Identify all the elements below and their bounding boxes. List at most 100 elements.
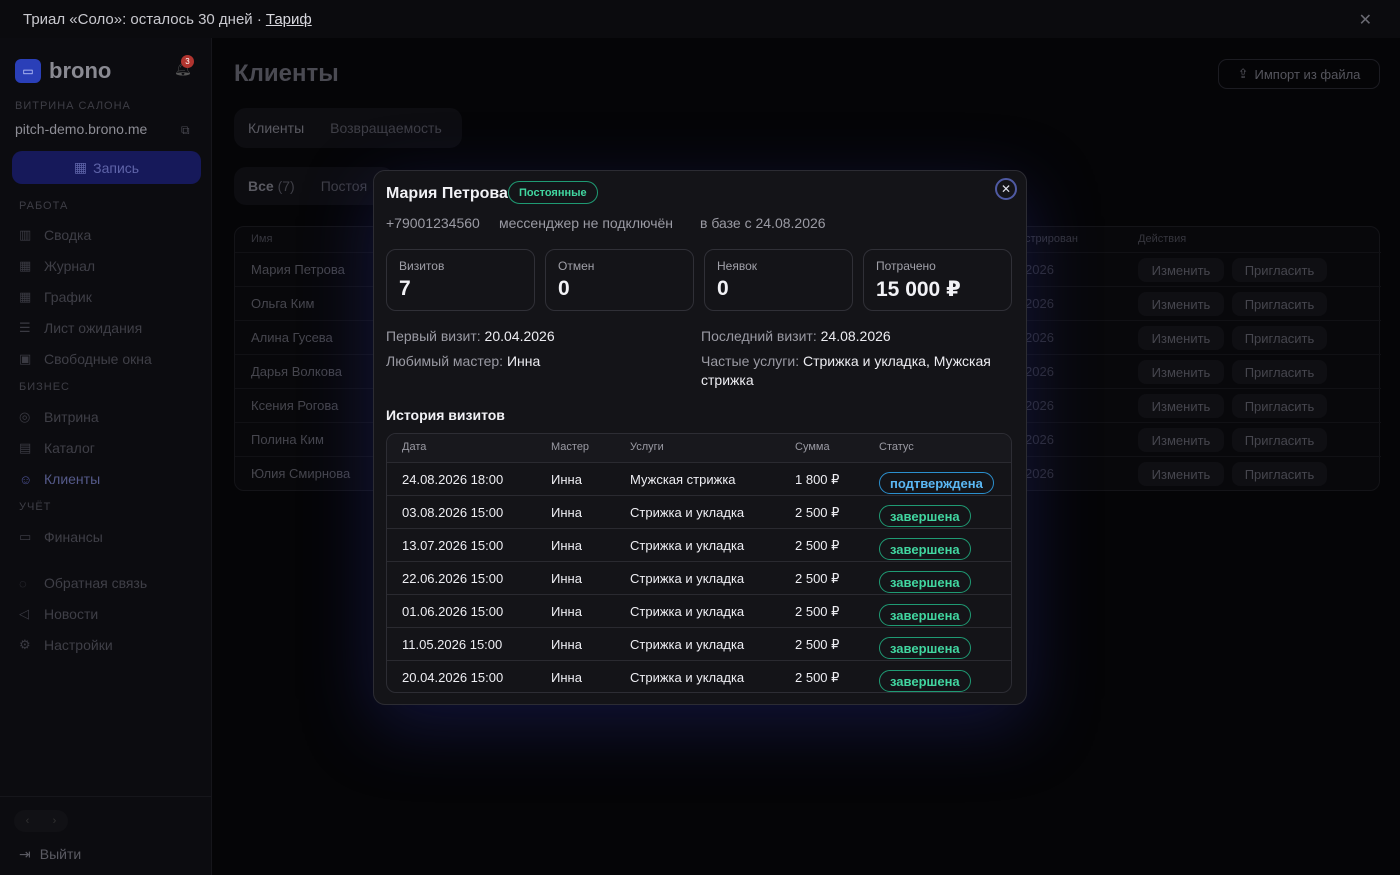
column-header-services: Услуги [630,441,664,453]
sidebar-item-clients[interactable]: ☺ Клиенты [19,471,100,487]
sidebar-item-label: Лист ожидания [44,320,143,336]
client-name-cell: Ольга Ким [251,296,315,311]
calendar-icon: ▦ [19,289,32,304]
stat-cancellations: Отмен 0 [545,249,694,311]
tariff-link[interactable]: Тариф [266,11,312,28]
status-badge: завершена [879,670,971,692]
frequent-services: Частые услуги: Стрижка и укладка, Мужска… [701,352,1016,390]
sidebar-item-news[interactable]: ◁ Новости [19,606,98,622]
edit-button[interactable]: Изменить [1138,292,1224,316]
book-button[interactable]: ▦ Запись [12,151,201,184]
sidebar-item-catalog[interactable]: ▤ Каталог [19,440,95,456]
visit-master: Инна [551,505,582,520]
history-header-row: Дата Мастер Услуги Сумма Статус [387,434,1011,462]
close-banner-icon[interactable]: ✕ [1359,10,1372,30]
calendar-icon: ▦ [73,159,88,175]
sidebar-item-settings[interactable]: ⚙ Настройки [19,637,113,653]
bell-icon[interactable]: 🔔︎ 3 [174,55,194,77]
logout-icon: ⇥ [19,846,31,862]
sidebar-item-free-slots[interactable]: ▣ Свободные окна [19,351,152,367]
client-name-cell: Алина Гусева [251,330,333,345]
grid-icon: ▤ [19,440,32,455]
sidebar-collapse-toggle[interactable]: ‹ › [14,810,68,832]
edit-button[interactable]: Изменить [1138,394,1224,418]
close-icon[interactable]: ✕ [995,178,1017,200]
first-visit: Первый визит: 20.04.2026 [386,327,555,346]
visit-date: 03.08.2026 15:00 [402,505,504,520]
section-business: БИЗНЕС [19,381,70,393]
brand-logo[interactable]: ▭ brono [15,58,111,84]
favorite-master: Любимый мастер: Инна [386,352,540,371]
tab-retention[interactable]: Возвращаемость [330,120,442,136]
client-name: Мария Петрова [386,185,508,202]
registered-cell: 2026 [1025,330,1054,345]
visit-master: Инна [551,604,582,619]
stat-value: 7 [399,277,411,300]
visit-service: Стрижка и укладка [630,571,745,586]
sidebar-item-schedule[interactable]: ▦ График [19,289,92,305]
import-button[interactable]: ⇪ Импорт из файла [1218,59,1380,89]
visit-service: Стрижка и укладка [630,604,745,619]
history-row: 13.07.2026 15:00 Инна Стрижка и укладка 2 5… [387,528,1011,561]
sidebar-item-journal[interactable]: ▦ Журнал [19,258,95,274]
client-since: в базе с 24.08.2026 [700,215,826,231]
visit-sum: 2 500 ₽ [795,637,840,652]
stat-label: Потрачено [876,259,936,273]
invite-button[interactable]: Пригласить [1232,428,1327,452]
edit-button[interactable]: Изменить [1138,326,1224,350]
stat-spent: Потрачено 15 000 ₽ [863,249,1012,311]
edit-button[interactable]: Изменить [1138,360,1224,384]
invite-button[interactable]: Пригласить [1232,394,1327,418]
last-visit-label: Последний визит: [701,328,817,344]
client-name-cell: Дарья Волкова [251,364,342,379]
registered-cell: 2026 [1025,432,1054,447]
column-header-actions: Действия [1138,233,1187,245]
tab-clients[interactable]: Клиенты [248,120,304,136]
visit-master: Инна [551,571,582,586]
sidebar-item-feedback[interactable]: ◌ Обратная связь [19,575,147,591]
sidebar-item-label: Настройки [44,637,113,653]
client-card-modal: Мария Петрова Постоянные ✕ +79001234560 … [373,170,1027,705]
visit-date: 11.05.2026 15:00 [402,637,503,652]
storefront-section-title: ВИТРИНА САЛОНА [15,100,131,112]
edit-button[interactable]: Изменить [1138,462,1224,486]
invite-button[interactable]: Пригласить [1232,360,1327,384]
stat-value: 0 [558,277,570,300]
megaphone-icon: ◁ [19,606,29,621]
sidebar-item-label: Клиенты [44,471,101,487]
last-visit: Последний визит: 24.08.2026 [701,327,891,346]
visit-history-table: Дата Мастер Услуги Сумма Статус 24.08.20… [386,433,1012,693]
filter-all[interactable]: Все (7) [248,178,295,194]
sidebar-item-label: Свободные окна [44,351,152,367]
filter-regular[interactable]: Постоя [321,178,367,194]
page-title: Клиенты [234,60,339,87]
main-tabs: Клиенты Возвращаемость [234,108,462,148]
column-header-registered: стрирован [1025,233,1078,245]
visit-service: Мужская стрижка [630,472,736,487]
invite-button[interactable]: Пригласить [1232,462,1327,486]
favorite-master-value: Инна [506,353,541,369]
copy-icon[interactable]: ⧉ [181,123,190,138]
logout-button[interactable]: ⇥ Выйти [19,846,81,863]
favorite-master-label: Любимый мастер: [386,353,504,369]
list-icon: ☰ [19,320,31,335]
invite-button[interactable]: Пригласить [1232,258,1327,282]
sidebar-item-waitlist[interactable]: ☰ Лист ожидания [19,320,142,336]
registered-cell: 2026 [1025,262,1054,277]
history-row: 01.06.2026 15:00 Инна Стрижка и укладка 2 5… [387,594,1011,627]
edit-button[interactable]: Изменить [1138,258,1224,282]
history-title: История визитов [386,407,505,423]
chevron-right-icon: › [52,815,57,827]
trial-banner: Триал «Соло»: осталось 30 дней · Тариф ✕ [0,0,1400,38]
sidebar-item-summary[interactable]: ▥ Сводка [19,227,91,243]
visit-date: 01.06.2026 15:00 [402,604,504,619]
invite-button[interactable]: Пригласить [1232,326,1327,350]
status-badge: завершена [879,604,971,626]
first-visit-label: Первый визит: [386,328,481,344]
sidebar-item-finance[interactable]: ▭ Финансы [19,529,103,545]
invite-button[interactable]: Пригласить [1232,292,1327,316]
visit-sum: 2 500 ₽ [795,670,840,685]
chevron-left-icon: ‹ [25,815,30,827]
edit-button[interactable]: Изменить [1138,428,1224,452]
sidebar-item-storefront[interactable]: ◎ Витрина [19,409,99,425]
